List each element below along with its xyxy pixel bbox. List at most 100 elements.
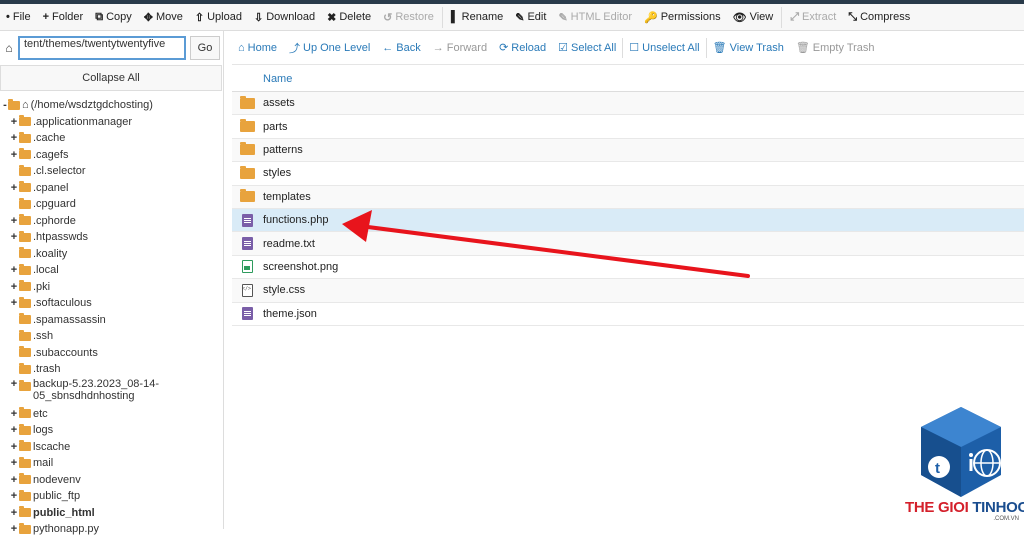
tree-item-spamassassin[interactable]: .spamassassin [0,312,224,329]
toolbar-move-button[interactable]: ✥ Move [138,4,189,31]
toolbar-compress-button[interactable]: ⤡ Compress [842,4,916,31]
file-row[interactable]: theme.json [232,302,1024,326]
tree-item-cagefs[interactable]: + .cagefs [0,147,224,164]
expand-icon[interactable]: + [9,424,19,436]
file-icon: • [6,11,10,23]
file-icon-cell [232,165,263,179]
sidebar: ⌂ tent/themes/twentytwentyfive Go Collap… [0,31,224,535]
nav-back-button[interactable]: ← Back [376,31,426,65]
toolbar-rename-button[interactable]: ▌ Rename [445,4,509,31]
file-row[interactable]: patterns [232,138,1024,163]
toolbar-file-button[interactable]: • File [0,4,37,31]
expand-icon[interactable]: + [9,490,19,502]
expand-icon[interactable]: + [9,116,19,128]
expand-icon[interactable]: + [9,182,19,194]
toolbar-download-button[interactable]: ⇩ Download [248,4,321,31]
tree-item-lscache[interactable]: + lscache [0,439,224,456]
toolbar-copy-button[interactable]: ⧉ Copy [89,4,138,31]
tree-item-cache[interactable]: + .cache [0,130,224,147]
expand-icon[interactable]: + [9,441,19,453]
toolbar-view-button[interactable]: 👁 View [727,4,780,31]
toolbar-edit-button[interactable]: ✎ Edit [509,4,552,31]
nav-select-all-button[interactable]: ☑ Select All [552,31,622,65]
file-name[interactable]: styles [263,167,291,179]
expand-icon[interactable]: + [9,264,19,276]
tree-item-nodevenv[interactable]: + nodevenv [0,472,224,489]
tree-item-local[interactable]: + .local [0,262,224,279]
tree-item-cphorde[interactable]: + .cphorde [0,213,224,230]
expand-icon[interactable]: + [9,378,19,390]
file-row[interactable]: styles [232,162,1024,186]
tree-item-subaccounts[interactable]: .subaccounts [0,345,224,362]
file-row[interactable]: assets [232,92,1024,116]
expand-icon[interactable]: + [9,297,19,309]
toolbar-delete-button[interactable]: ✖ Delete [321,4,377,31]
file-name[interactable]: style.css [263,284,305,296]
tree-root[interactable]: - ⌂ (/home/wsdztgdchosting) [0,97,224,114]
nav-home-button[interactable]: ⌂ Home [232,31,283,65]
expand-icon[interactable]: + [9,231,19,243]
nav-forward-button[interactable]: → Forward [427,31,493,65]
file-icon-cell [232,95,263,109]
nav-unselect-all-button[interactable]: ☐ Unselect All [623,31,705,65]
tree-item-cl-selector[interactable]: .cl.selector [0,163,224,180]
toolbar-upload-button[interactable]: ⇧ Upload [189,4,248,31]
expand-icon[interactable]: + [9,132,19,144]
watermark-text: THE GIOI TINHOC [905,499,1024,516]
path-input[interactable]: tent/themes/twentytwentyfive [18,35,186,60]
file-name[interactable]: readme.txt [263,238,315,250]
file-row[interactable]: style.css [232,279,1024,303]
expand-icon[interactable]: + [9,523,19,535]
file-name[interactable]: assets [263,97,295,109]
expand-icon[interactable]: + [9,474,19,486]
collapse-all-button[interactable]: Collapse All [0,65,222,91]
expand-icon[interactable]: + [9,281,19,293]
tree-item-public-html[interactable]: + public_html [0,505,224,522]
tree-item-trash[interactable]: .trash [0,361,224,378]
tree-item-etc[interactable]: + etc [0,406,224,423]
tree-item-mail[interactable]: + mail [0,455,224,472]
tree-item-cpguard[interactable]: .cpguard [0,196,224,213]
nav-empty-trash-button[interactable]: 🗑 Empty Trash [790,31,881,65]
nav-up-one-level-button[interactable]: ⤴ Up One Level [283,31,376,65]
css-file-icon [242,283,253,297]
file-name[interactable]: parts [263,121,287,133]
tree-item-applicationmanager[interactable]: + .applicationmanager [0,114,224,131]
tree-item-cpanel[interactable]: + .cpanel [0,180,224,197]
toolbar-permissions-button[interactable]: 🔑 Permissions [638,4,727,31]
expand-icon[interactable]: + [9,457,19,469]
file-row[interactable]: functions.php [232,208,1024,233]
tree-item-public-ftp[interactable]: + public_ftp [0,488,224,505]
expand-icon[interactable]: + [9,408,19,420]
tree-item-ssh[interactable]: .ssh [0,328,224,345]
file-name[interactable]: patterns [263,144,303,156]
file-row[interactable]: templates [232,185,1024,209]
home-icon[interactable]: ⌂ [0,41,18,55]
nav-view-trash-button[interactable]: 🗑 View Trash [707,31,790,65]
file-name[interactable]: theme.json [263,308,317,320]
file-row[interactable]: parts [232,115,1024,139]
toolbar-html-editor-button[interactable]: ✎ HTML Editor [552,4,638,31]
file-row[interactable]: readme.txt [232,232,1024,256]
expand-icon[interactable]: + [9,215,19,227]
expand-icon[interactable]: + [9,507,19,519]
tree-item-koality[interactable]: .koality [0,246,224,263]
go-button[interactable]: Go [190,35,220,60]
tree-item-label: mail [33,457,54,470]
tree-item-logs[interactable]: + logs [0,422,224,439]
tree-item-backup-5-23-2023-08-14-05-sbnsdhdnhosting[interactable]: + backup-5.23.2023_08-14-05_sbnsdhdnhosti… [0,378,224,406]
tree-item-pki[interactable]: + .pki [0,279,224,296]
file-name[interactable]: templates [263,191,311,203]
file-name[interactable]: screenshot.png [263,261,338,273]
toolbar-restore-button[interactable]: ↺ Restore [377,4,440,31]
file-row[interactable]: screenshot.png [232,255,1024,280]
tree-item-softaculous[interactable]: + .softaculous [0,295,224,312]
toolbar-folder-button[interactable]: + Folder [37,4,90,31]
expand-icon[interactable]: + [9,149,19,161]
file-name[interactable]: functions.php [263,214,328,226]
nav-reload-button[interactable]: ⟳ Reload [493,31,552,65]
tree-item-pythonapp-py[interactable]: + pythonapp.py [0,521,224,538]
column-header-name[interactable]: Name [263,73,292,85]
tree-item-htpasswds[interactable]: + .htpasswds [0,229,224,246]
toolbar-extract-button[interactable]: ⤢ Extract [784,4,842,31]
